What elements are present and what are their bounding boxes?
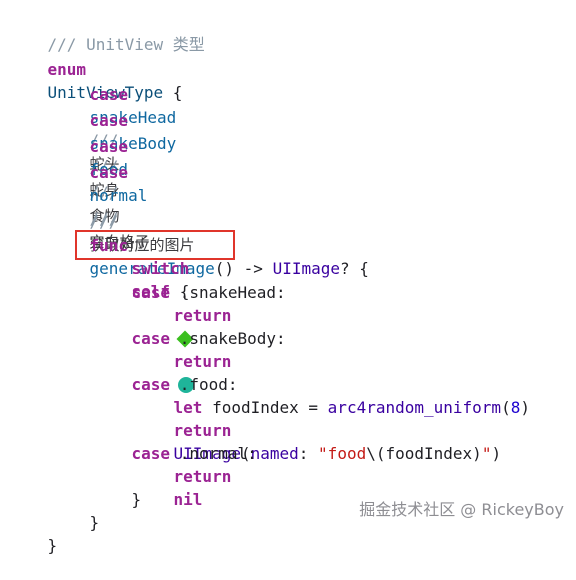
code-line-14: return [135,327,231,393]
code-line-22: } [47,536,58,555]
code-line-21: } [89,513,100,532]
code-line-3: case snakeHead /// 蛇头 [89,85,177,173]
code-line-17: return UIImage(named: "food\(foodIndex)"… [173,421,502,463]
watermark: 掘金技术社区 @ RickeyBoy [359,500,564,519]
code-line-13: case .snakeBody: [131,329,286,348]
code-line-2: enum UnitViewType { [47,60,183,102]
code-line-19: return nil [173,467,232,509]
code-line-12: return [135,281,231,348]
code-line-6: case normal /// 空白格子 [89,163,150,251]
code-line-11: case .snakeHead: [131,283,286,302]
code-line-1: /// UnitView 类型 [9,10,205,54]
code-line-8: /// 获取对应的图片 [89,212,195,254]
code-line-5: case food /// 食物 [89,137,129,225]
code-line-18: case .normal: [131,444,257,463]
switch-highlight-box [75,230,235,260]
code-line-20: } [131,490,142,509]
code-line-16: let foodIndex = arc4random_uniform(8) [173,398,530,417]
code-line-15: case .food: [131,375,238,394]
code-line-4: case snakeBody /// 蛇身 [89,111,177,199]
image-name-string: "food [318,444,367,463]
